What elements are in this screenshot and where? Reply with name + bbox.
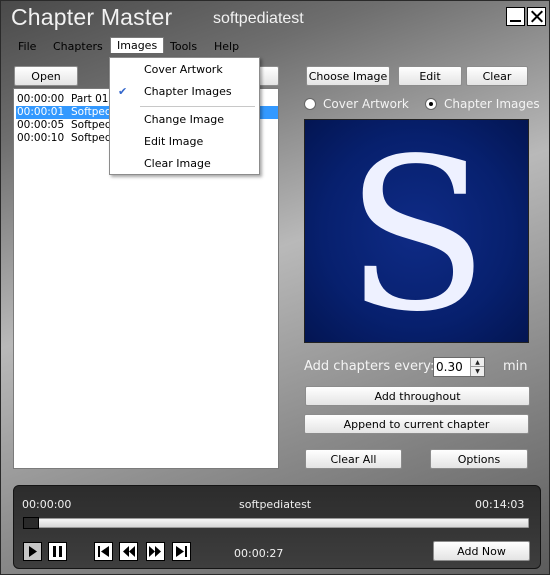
radio-button[interactable]: [425, 98, 437, 110]
interval-unit-label: min: [503, 359, 528, 374]
image-preview: S: [304, 119, 529, 343]
stepper-arrows[interactable]: ▲ ▼: [470, 358, 484, 376]
radio-cover-artwork[interactable]: Cover Artwork: [304, 97, 409, 111]
chapter-time: 00:00:01: [17, 106, 65, 118]
add-now-button[interactable]: Add Now: [433, 541, 530, 561]
skip-to-start-icon[interactable]: [94, 542, 113, 561]
preview-letter: S: [345, 120, 489, 343]
append-current-chapter-button[interactable]: Append to current chapter: [304, 414, 529, 434]
menu-file[interactable]: File: [18, 38, 36, 55]
menu-item-change-image[interactable]: Change Image: [144, 113, 224, 126]
chapter-time: 00:00:05: [17, 119, 65, 131]
chapter-name: Part 01: [71, 93, 109, 105]
app-title: Chapter Master: [11, 4, 173, 30]
title-bar: Chapter Master softpediatest: [1, 1, 549, 35]
interval-stepper[interactable]: ▲ ▼: [433, 357, 485, 377]
clear-image-button[interactable]: Clear: [466, 66, 528, 86]
minimize-button[interactable]: [506, 7, 525, 26]
menu-tools[interactable]: Tools: [170, 38, 197, 55]
radio-label: Cover Artwork: [323, 97, 409, 111]
player-title: softpediatest: [239, 498, 312, 511]
chapter-name: Softped: [71, 119, 112, 131]
menu-separator: [140, 106, 255, 107]
interval-input[interactable]: [436, 359, 470, 375]
options-button[interactable]: Options: [430, 449, 528, 469]
radio-button[interactable]: [304, 98, 316, 110]
window-user-name: softpediatest: [213, 10, 304, 27]
open-button[interactable]: Open: [14, 66, 78, 86]
player-start-time: 00:00:00: [22, 498, 72, 511]
add-chapters-every-label: Add chapters every:: [304, 359, 435, 374]
pause-icon[interactable]: [48, 542, 67, 561]
seek-bar[interactable]: [23, 518, 529, 528]
close-button[interactable]: [527, 7, 546, 26]
images-menu-dropdown: Cover Artwork ✔ Chapter Images Change Im…: [109, 57, 260, 175]
choose-image-button[interactable]: Choose Image: [306, 66, 390, 86]
chapter-name: Softped: [71, 132, 112, 144]
player-end-time: 00:14:03: [475, 498, 525, 511]
menu-item-chapter-images[interactable]: Chapter Images: [144, 85, 232, 98]
menu-help[interactable]: Help: [214, 38, 239, 55]
preview-image: S: [345, 120, 489, 343]
radio-label: Chapter Images: [444, 97, 540, 111]
menu-item-edit-image[interactable]: Edit Image: [144, 135, 203, 148]
play-icon[interactable]: [23, 542, 42, 561]
menu-images[interactable]: Images: [110, 37, 165, 53]
fast-forward-icon[interactable]: [146, 542, 165, 561]
chapter-time: 00:00:00: [17, 93, 65, 105]
radio-chapter-images[interactable]: Chapter Images: [425, 97, 540, 111]
app-window: Chapter Master softpediatest File Chapte…: [0, 0, 550, 575]
player-current-time: 00:00:27: [234, 547, 284, 560]
stepper-up-icon[interactable]: ▲: [471, 358, 484, 367]
rewind-icon[interactable]: [119, 542, 138, 561]
check-icon: ✔: [118, 85, 128, 98]
chapter-time: 00:00:10: [17, 132, 65, 144]
chapter-name: Softped: [71, 106, 112, 118]
clear-all-button[interactable]: Clear All: [305, 449, 402, 469]
stepper-down-icon[interactable]: ▼: [471, 367, 484, 376]
menu-item-cover-artwork[interactable]: Cover Artwork: [144, 63, 223, 76]
edit-image-button[interactable]: Edit: [398, 66, 462, 86]
seek-thumb[interactable]: [23, 517, 39, 529]
add-throughout-button[interactable]: Add throughout: [305, 386, 530, 406]
menu-item-clear-image[interactable]: Clear Image: [144, 157, 211, 170]
menu-chapters[interactable]: Chapters: [53, 38, 103, 55]
skip-to-end-icon[interactable]: [172, 542, 191, 561]
